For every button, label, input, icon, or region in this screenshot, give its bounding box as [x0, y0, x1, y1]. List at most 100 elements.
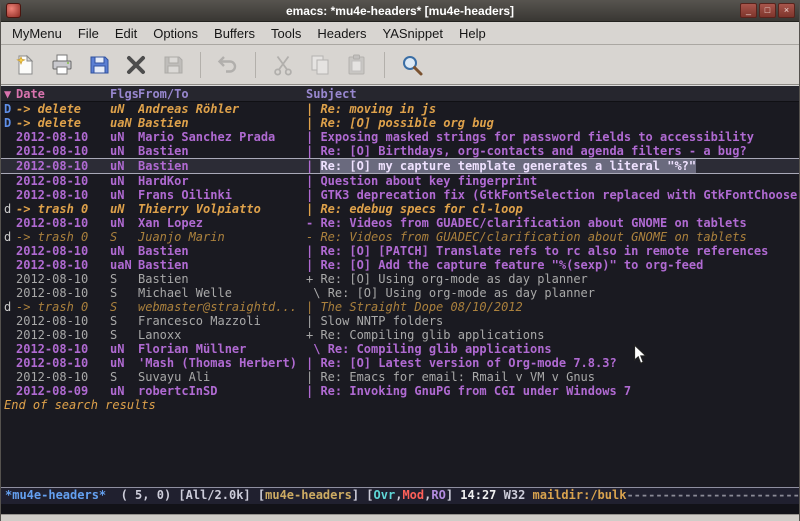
- message-from: Francesco Mazzoli: [138, 314, 306, 328]
- thread-prefix: +: [306, 328, 320, 342]
- thread-prefix: |: [306, 116, 320, 130]
- toolbar-separator: [200, 52, 201, 78]
- message-flags: S: [110, 300, 138, 314]
- message-mark: [4, 244, 16, 258]
- modeline-plain: W32: [504, 488, 533, 502]
- message-date: 2012-08-10: [16, 370, 110, 384]
- message-list: D-> deleteuNAndreas Röhler| Re: moving i…: [1, 102, 799, 398]
- window-title: emacs: *mu4e-headers* [mu4e-headers]: [1, 4, 799, 18]
- message-mark: [4, 216, 16, 230]
- cut-icon: [271, 53, 295, 77]
- message-from: Bastien: [138, 116, 306, 130]
- menu-tools[interactable]: Tools: [263, 23, 309, 44]
- message-from: Florian Müllner: [138, 342, 306, 356]
- editor-area: ▼ Date Flgs From/To Subject D-> deleteuN…: [1, 85, 799, 514]
- subject-text: Re: [O] Birthdays, org-contacts and agen…: [320, 144, 746, 158]
- modeline-plain: [All/2.0k]: [178, 488, 257, 502]
- message-mark: [4, 258, 16, 272]
- print-icon: [50, 53, 74, 77]
- thread-prefix: |: [306, 174, 320, 188]
- menu-headers[interactable]: Headers: [309, 23, 374, 44]
- new-file-button[interactable]: [9, 49, 41, 81]
- subject-text: Re: [O] Using org-mode as day planner: [328, 286, 595, 300]
- message-flags: uN: [110, 356, 138, 370]
- message-flags: uN: [110, 384, 138, 398]
- message-from: Bastien: [138, 144, 306, 158]
- message-row[interactable]: 2012-08-10SBastien+ Re: [O] Using org-mo…: [1, 272, 799, 286]
- subject-text: Exposing masked strings for password fie…: [320, 130, 753, 144]
- minimize-button[interactable]: _: [740, 3, 757, 18]
- message-row[interactable]: d-> trash 0SJuanjo Marin- Re: Videos fro…: [1, 230, 799, 244]
- message-row[interactable]: 2012-08-09uNrobertcInSD| Re: Invoking Gn…: [1, 384, 799, 398]
- menu-file[interactable]: File: [70, 23, 107, 44]
- save-button[interactable]: [83, 49, 115, 81]
- message-mark: [4, 174, 16, 188]
- maximize-button[interactable]: □: [759, 3, 776, 18]
- message-date: -> trash 0: [16, 230, 110, 244]
- message-flags: uN: [110, 188, 138, 202]
- message-row[interactable]: d-> trash 0uNThierry Volpiatto| Re: edeb…: [1, 202, 799, 216]
- message-row[interactable]: d-> trash 0Swebmaster@straightd...| The …: [1, 300, 799, 314]
- message-flags: uN: [110, 174, 138, 188]
- message-row[interactable]: D-> deleteuNAndreas Röhler| Re: moving i…: [1, 102, 799, 116]
- message-row[interactable]: 2012-08-10uNHardKor| Question about key …: [1, 174, 799, 188]
- message-row[interactable]: 2012-08-10uNMario Sanchez Prada| Exposin…: [1, 130, 799, 144]
- message-mark: d: [4, 202, 16, 216]
- subject-text: Re: Emacs for email: Rmail v VM v Gnus: [320, 370, 595, 384]
- subject-text: Re: Invoking GnuPG from CGI under Window…: [320, 384, 631, 398]
- header-date: Date: [16, 87, 110, 101]
- message-row[interactable]: 2012-08-10SLanoxx+ Re: Compiling glib ap…: [1, 328, 799, 342]
- message-date: 2012-08-10: [16, 159, 110, 173]
- subject-text: Re: [O] possible org bug: [320, 116, 493, 130]
- close-button[interactable]: ×: [778, 3, 795, 18]
- message-row[interactable]: 2012-08-10uaNBastien| Re: [O] Add the ca…: [1, 258, 799, 272]
- message-flags: uN: [110, 244, 138, 258]
- kill-buffer-button[interactable]: [120, 49, 152, 81]
- modeline-plain: ]: [446, 488, 460, 502]
- toolbar: [1, 45, 799, 85]
- new-file-icon: [13, 53, 37, 77]
- message-from: HardKor: [138, 174, 306, 188]
- message-from: Juanjo Marin: [138, 230, 306, 244]
- title-bar: emacs: *mu4e-headers* [mu4e-headers] _ □…: [1, 0, 799, 22]
- message-subject: | Re: Invoking GnuPG from CGI under Wind…: [306, 384, 799, 398]
- menu-edit[interactable]: Edit: [107, 23, 145, 44]
- thread-prefix: |: [306, 244, 320, 258]
- message-mark: [4, 130, 16, 144]
- message-row[interactable]: 2012-08-10uNFlorian Müllner \ Re: Compil…: [1, 342, 799, 356]
- message-mark: [4, 370, 16, 384]
- echo-area[interactable]: [1, 504, 799, 514]
- message-row[interactable]: 2012-08-10uNBastien| Re: [O] Birthdays, …: [1, 144, 799, 158]
- modeline-dashes: ----------------------------------------…: [626, 488, 799, 502]
- undo-button: [212, 49, 244, 81]
- message-mark: [4, 159, 16, 173]
- resize-grip[interactable]: [1, 514, 799, 521]
- subject-text: Re: [O] [PATCH] Translate refs to rc als…: [320, 244, 768, 258]
- message-row[interactable]: 2012-08-10uN'Mash (Thomas Herbert)| Re: …: [1, 356, 799, 370]
- print-button[interactable]: [46, 49, 78, 81]
- menu-buffers[interactable]: Buffers: [206, 23, 263, 44]
- message-date: 2012-08-10: [16, 188, 110, 202]
- save-icon: [87, 53, 111, 77]
- message-row[interactable]: 2012-08-10SFrancesco Mazzoli| Slow NNTP …: [1, 314, 799, 328]
- search-button[interactable]: [396, 49, 428, 81]
- modeline-time: 14:27: [460, 488, 503, 502]
- thread-prefix: |: [306, 370, 320, 384]
- thread-prefix: |: [306, 258, 320, 272]
- message-row[interactable]: 2012-08-10uNFrans Oilinki| GTK3 deprecat…: [1, 188, 799, 202]
- menu-yasnippet[interactable]: YASnippet: [374, 23, 450, 44]
- subject-text: GTK3 deprecation fix (GtkFontSelection r…: [320, 188, 799, 202]
- menu-mymenu[interactable]: MyMenu: [4, 23, 70, 44]
- message-row[interactable]: 2012-08-10uNXan Lopez- Re: Videos from G…: [1, 216, 799, 230]
- menu-options[interactable]: Options: [145, 23, 206, 44]
- subject-text: Re: Compiling glib applications: [320, 328, 544, 342]
- message-row[interactable]: D-> deleteuaNBastien| Re: [O] possible o…: [1, 116, 799, 130]
- message-row[interactable]: 2012-08-10SMichael Welle \ Re: [O] Using…: [1, 286, 799, 300]
- paste-button: [341, 49, 373, 81]
- message-row[interactable]: 2012-08-10SSuvayu Ali| Re: Emacs for ema…: [1, 370, 799, 384]
- modeline-ovr: Ovr: [374, 488, 396, 502]
- message-row[interactable]: 2012-08-10uNBastien| Re: [O] [PATCH] Tra…: [1, 244, 799, 258]
- menu-help[interactable]: Help: [451, 23, 494, 44]
- message-row[interactable]: 2012-08-10uNBastien| Re: [O] my capture …: [1, 158, 799, 174]
- message-subject: - Re: Videos from GUADEC/clarification a…: [306, 230, 799, 244]
